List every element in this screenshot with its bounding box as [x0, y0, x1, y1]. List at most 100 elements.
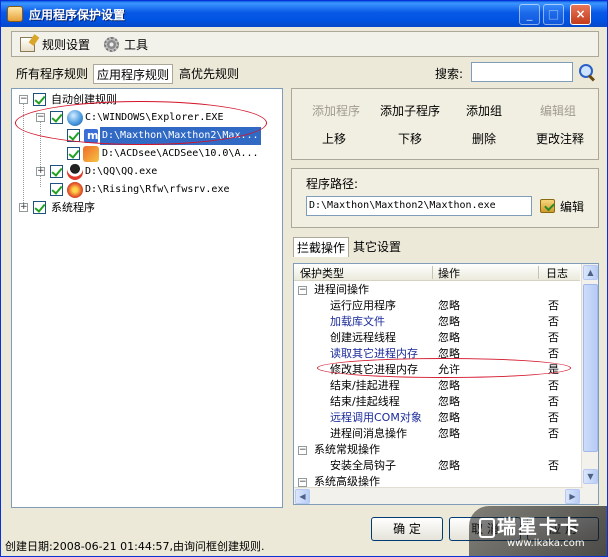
column-separator[interactable] — [538, 266, 539, 279]
search-input[interactable] — [471, 62, 573, 82]
add-group-button[interactable]: 添加组 — [458, 102, 510, 120]
tab-other-settings[interactable]: 其它设置 — [353, 237, 401, 257]
row-action[interactable]: 忽略 — [438, 298, 460, 314]
tree-node-label: D:\Rising\Rfw\rfwsrv.exe — [85, 184, 230, 195]
tree-node-system[interactable]: + 系统程序 — [12, 199, 282, 217]
tab-all-rules[interactable]: 所有程序规则 — [16, 64, 88, 84]
grid-group-row[interactable]: − 系统常规操作 — [294, 442, 580, 458]
app-window: 应用程序保护设置 _ □ × 规则设置 工具 所有程序规则 应用程序规则 高优先… — [0, 0, 608, 557]
tab-intercept-operations[interactable]: 拦截操作 — [293, 237, 350, 257]
edit-path-button[interactable]: 编辑 — [540, 198, 584, 215]
program-tree[interactable]: − 自动创建规则 − C:\WINDOWS\Explorer.EXE D:\Ma… — [11, 88, 283, 508]
move-down-button[interactable]: 下移 — [390, 130, 430, 148]
row-log[interactable]: 否 — [548, 298, 559, 314]
row-log[interactable]: 否 — [548, 394, 559, 410]
maximize-button[interactable]: □ — [543, 4, 564, 25]
column-header-action[interactable]: 操作 — [438, 265, 460, 281]
delete-button[interactable]: 删除 — [464, 130, 504, 148]
row-action[interactable]: 忽略 — [438, 346, 460, 362]
horizontal-scrollbar[interactable]: ◀ ▶ — [294, 487, 583, 504]
tree-node-acdsee[interactable]: D:\ACDsee\ACDSee\10.0\A... — [12, 145, 282, 163]
tools-button[interactable]: 工具 — [104, 36, 148, 54]
add-child-program-button[interactable]: 添加子程序 — [378, 102, 442, 120]
grid-group-row[interactable]: − 进程间操作 — [294, 282, 580, 298]
row-action[interactable]: 忽略 — [438, 410, 460, 426]
tab-app-rules[interactable]: 应用程序规则 — [93, 64, 174, 84]
row-action[interactable]: 忽略 — [438, 426, 460, 442]
row-action[interactable]: 忽略 — [438, 458, 460, 474]
row-type: 运行应用程序 — [330, 299, 396, 312]
collapse-icon[interactable]: − — [298, 286, 307, 295]
row-log[interactable]: 是 — [548, 362, 559, 378]
table-row[interactable]: 加载库文件 忽略 否 — [294, 314, 580, 330]
add-program-button[interactable]: 添加程序 — [306, 102, 366, 120]
rising-icon — [67, 182, 83, 198]
column-header-log[interactable]: 日志 — [546, 265, 568, 281]
close-button[interactable]: × — [570, 4, 591, 25]
column-header-type[interactable]: 保护类型 — [300, 265, 344, 281]
ok-button[interactable]: 确 定 — [371, 517, 443, 541]
row-action[interactable]: 忽略 — [438, 330, 460, 346]
table-row[interactable]: 读取其它进程内存 忽略 否 — [294, 346, 580, 362]
search-icon[interactable] — [578, 63, 596, 81]
table-row[interactable]: 运行应用程序 忽略 否 — [294, 298, 580, 314]
tree-checkbox[interactable] — [33, 93, 46, 106]
row-log[interactable]: 否 — [548, 410, 559, 426]
scroll-up-arrow[interactable]: ▲ — [583, 265, 598, 280]
table-row[interactable]: 修改其它进程内存 允许 是 — [294, 362, 580, 378]
row-type: 结束/挂起线程 — [330, 395, 400, 408]
row-log[interactable]: 否 — [548, 378, 559, 394]
tree-checkbox[interactable] — [50, 111, 63, 124]
tree-checkbox[interactable] — [50, 183, 63, 196]
collapse-icon[interactable]: − — [298, 446, 307, 455]
collapse-icon[interactable]: − — [36, 113, 45, 122]
column-separator[interactable] — [432, 266, 433, 279]
expand-icon[interactable]: + — [19, 203, 28, 212]
row-log[interactable]: 否 — [548, 314, 559, 330]
tree-checkbox[interactable] — [50, 165, 63, 178]
table-row[interactable]: 创建远程线程 忽略 否 — [294, 330, 580, 346]
scroll-thumb[interactable] — [583, 284, 598, 452]
scroll-right-arrow[interactable]: ▶ — [565, 489, 580, 504]
tree-checkbox[interactable] — [33, 201, 46, 214]
tree-node-label: D:\ACDsee\ACDSee\10.0\A... — [102, 148, 259, 159]
row-action[interactable]: 忽略 — [438, 378, 460, 394]
scroll-left-arrow[interactable]: ◀ — [295, 489, 310, 504]
program-path-field[interactable]: D:\Maxthon\Maxthon2\Maxthon.exe — [306, 196, 532, 216]
row-action[interactable]: 忽略 — [438, 314, 460, 330]
vertical-scrollbar[interactable]: ▲ ▼ — [581, 264, 598, 504]
acdsee-icon — [83, 146, 99, 162]
tree-node-rising[interactable]: D:\Rising\Rfw\rfwsrv.exe — [12, 181, 282, 199]
edit-group-button[interactable]: 编辑组 — [532, 102, 584, 120]
row-log[interactable]: 否 — [548, 346, 559, 362]
collapse-icon[interactable]: − — [298, 478, 307, 487]
expand-icon[interactable]: + — [36, 167, 45, 176]
tree-node-auto-rules[interactable]: − 自动创建规则 — [12, 91, 282, 109]
minimize-button[interactable]: _ — [519, 4, 540, 25]
title-bar[interactable]: 应用程序保护设置 _ □ × — [1, 1, 607, 27]
rules-settings-button[interactable]: 规则设置 — [20, 36, 90, 54]
table-row[interactable]: 远程调用COM对象 忽略 否 — [294, 410, 580, 426]
table-row[interactable]: 结束/挂起进程 忽略 否 — [294, 378, 580, 394]
scroll-down-arrow[interactable]: ▼ — [583, 469, 598, 484]
tree-checkbox[interactable] — [67, 147, 80, 160]
tab-priority-rules[interactable]: 高优先规则 — [179, 64, 239, 84]
table-row[interactable]: 结束/挂起线程 忽略 否 — [294, 394, 580, 410]
table-row[interactable]: 安装全局钩子 忽略 否 — [294, 458, 580, 474]
collapse-icon[interactable]: − — [19, 95, 28, 104]
tree-node-qq[interactable]: + D:\QQ\QQ.exe — [12, 163, 282, 181]
maxthon-icon — [83, 127, 99, 145]
program-path-panel: 程序路径: D:\Maxthon\Maxthon2\Maxthon.exe 编辑 — [291, 168, 599, 228]
tree-checkbox[interactable] — [67, 129, 80, 142]
row-log[interactable]: 否 — [548, 330, 559, 346]
row-log[interactable]: 否 — [548, 426, 559, 442]
edit-note-button[interactable]: 更改注释 — [532, 130, 588, 148]
protection-rules-grid[interactable]: 保护类型 操作 日志 − 进程间操作 运行应用程序 忽略 否 加载库文件 忽略 … — [293, 263, 599, 505]
row-action[interactable]: 允许 — [438, 362, 460, 378]
table-row[interactable]: 进程间消息操作 忽略 否 — [294, 426, 580, 442]
row-action[interactable]: 忽略 — [438, 394, 460, 410]
tree-node-maxthon[interactable]: D:\Maxthon\Maxthon2\Max... — [12, 127, 282, 145]
row-log[interactable]: 否 — [548, 458, 559, 474]
tree-node-explorer[interactable]: − C:\WINDOWS\Explorer.EXE — [12, 109, 282, 127]
move-up-button[interactable]: 上移 — [314, 130, 354, 148]
